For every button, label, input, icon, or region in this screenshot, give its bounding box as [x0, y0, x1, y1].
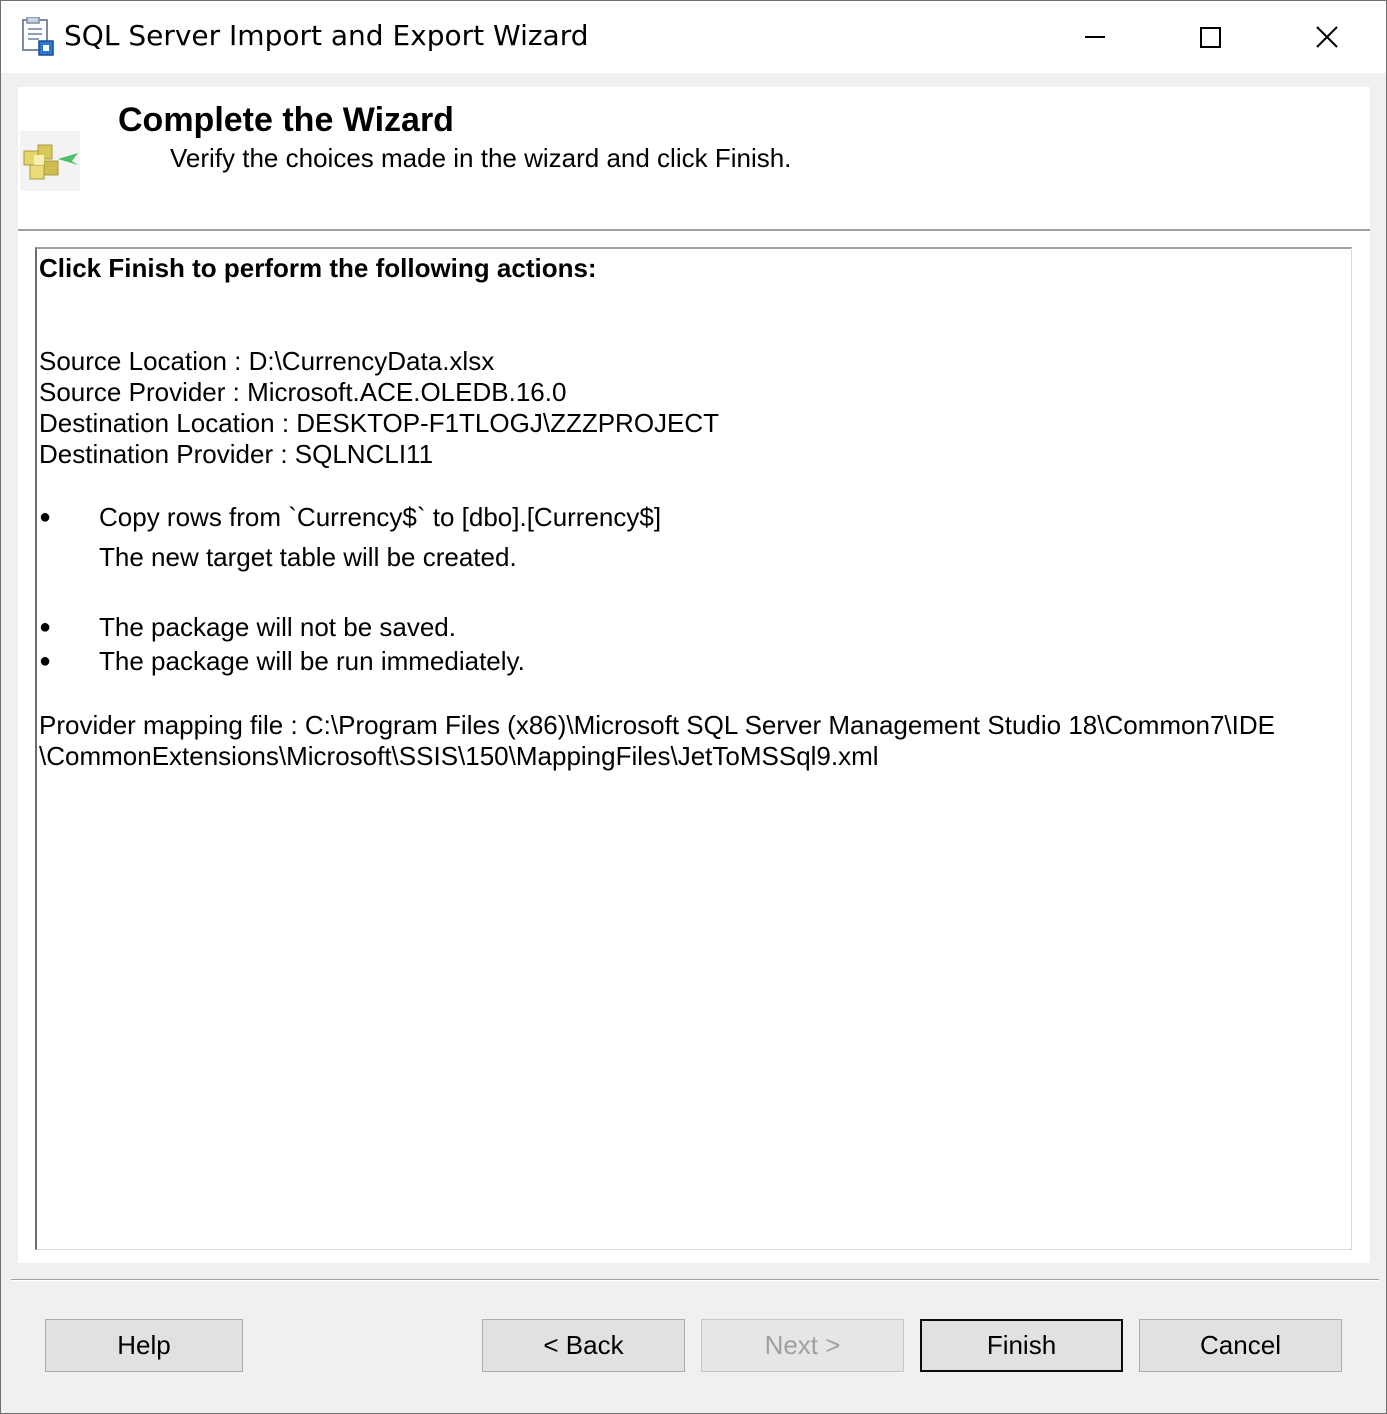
title-bar[interactable]: SQL Server Import and Export Wizard [1, 1, 1386, 73]
bullet-icon: ● [39, 616, 52, 638]
summary-heading: Click Finish to perform the following ac… [39, 253, 597, 283]
destination-provider: Destination Provider : SQLNCLI11 [39, 439, 434, 469]
finish-button[interactable]: Finish [920, 1319, 1123, 1372]
action-package-not-saved: The package will not be saved. [99, 612, 456, 642]
action-copy-rows-detail: The new target table will be created. [99, 542, 517, 572]
back-button[interactable]: < Back [482, 1319, 685, 1372]
source-provider: Source Provider : Microsoft.ACE.OLEDB.16… [39, 377, 567, 407]
main-panel: Click Finish to perform the following ac… [18, 231, 1370, 1263]
footer-divider-highlight [11, 1280, 1379, 1281]
source-location: Source Location : D:\CurrencyData.xlsx [39, 346, 495, 376]
cancel-button[interactable]: Cancel [1139, 1319, 1342, 1372]
next-button[interactable]: Next > [701, 1319, 904, 1372]
wizard-header: Complete the Wizard Verify the choices m… [18, 87, 1370, 229]
summary-report[interactable]: Click Finish to perform the following ac… [35, 247, 1352, 1250]
wizard-app-icon [19, 16, 57, 57]
close-icon [1316, 26, 1338, 48]
action-copy-rows: Copy rows from `Currency$` to [dbo].[Cur… [99, 502, 662, 532]
page-title: Complete the Wizard [118, 101, 454, 139]
maximize-button[interactable] [1153, 1, 1269, 73]
minimize-button[interactable] [1037, 1, 1153, 73]
close-button[interactable] [1269, 1, 1385, 73]
bullet-icon: ● [39, 650, 52, 672]
bullet-icon: ● [39, 506, 52, 528]
mapping-file-line2: \CommonExtensions\Microsoft\SSIS\150\Map… [39, 741, 879, 771]
destination-location: Destination Location : DESKTOP-F1TLOGJ\Z… [39, 408, 720, 438]
package-wizard-icon [20, 131, 80, 191]
window-title: SQL Server Import and Export Wizard [64, 19, 589, 52]
wizard-window: SQL Server Import and Export Wizard Comp… [0, 0, 1387, 1414]
action-run-immediately: The package will be run immediately. [99, 646, 525, 676]
help-button[interactable]: Help [45, 1319, 243, 1372]
minimize-icon [1085, 36, 1105, 38]
page-subtitle: Verify the choices made in the wizard an… [170, 143, 792, 173]
maximize-icon [1200, 27, 1221, 48]
mapping-file-line1: Provider mapping file : C:\Program Files… [39, 710, 1275, 740]
